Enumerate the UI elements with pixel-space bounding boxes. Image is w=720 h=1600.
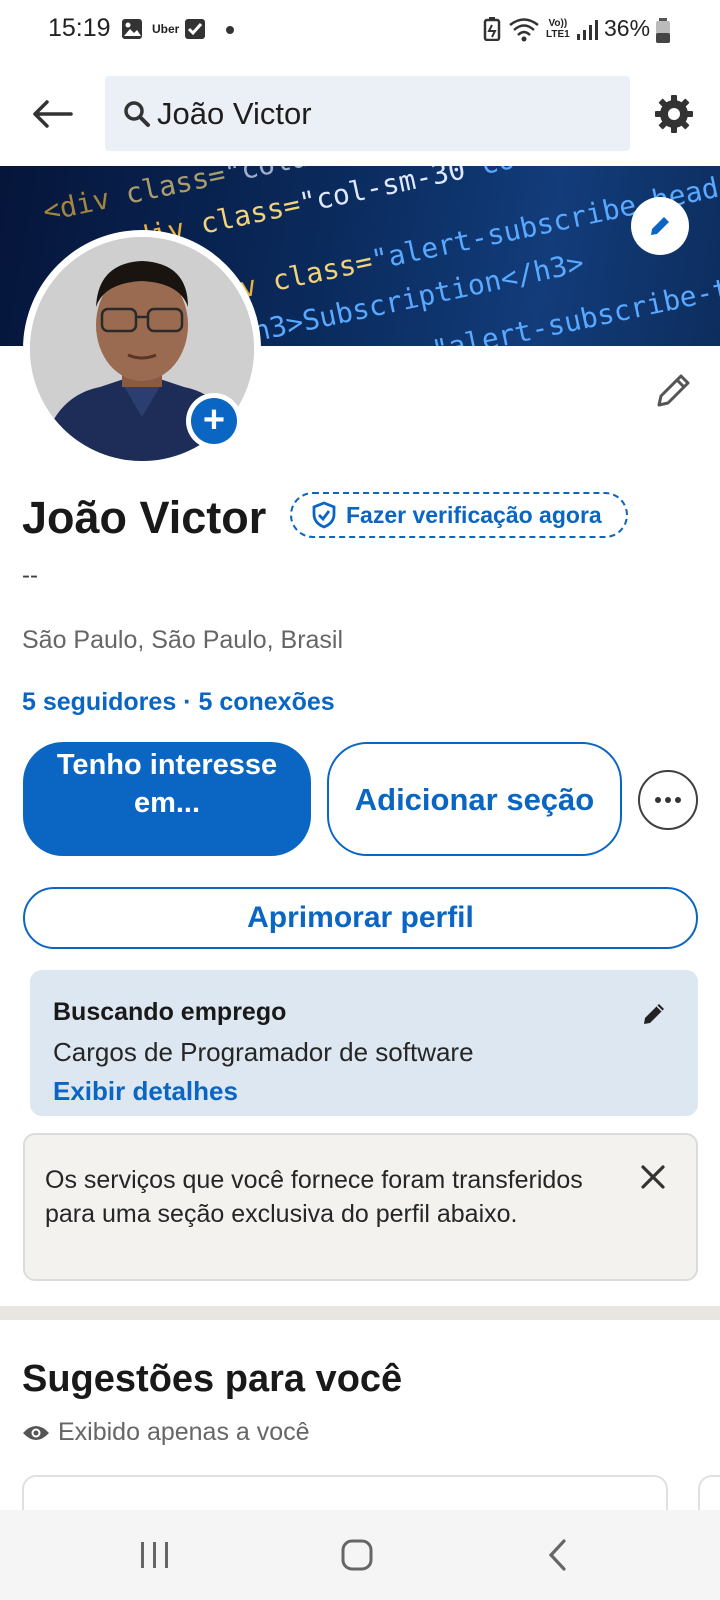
status-time: 15:19 — [48, 14, 111, 42]
more-icon — [665, 797, 671, 803]
open-to-label: Tenho interesse em... — [56, 749, 278, 819]
status-bar: 15:19 Uber Vo)) LTE1 36% — [0, 0, 720, 60]
shield-check-icon — [312, 501, 336, 529]
gallery-notification-icon — [122, 19, 142, 39]
search-icon — [124, 101, 150, 127]
signal-icon — [577, 20, 598, 40]
wifi-icon — [509, 18, 539, 42]
recents-button[interactable] — [125, 1530, 185, 1580]
more-icon — [675, 797, 681, 803]
back-arrow-icon — [33, 100, 73, 128]
more-notifications-dot — [226, 26, 234, 34]
battery-saver-icon — [483, 17, 501, 41]
recents-icon — [141, 1542, 168, 1568]
volte-icon: Vo)) LTE1 — [546, 18, 570, 40]
plus-icon: + — [191, 398, 237, 444]
check-notification-icon — [185, 19, 205, 39]
home-icon — [341, 1539, 373, 1571]
suggestions-title: Sugestões para você — [22, 1358, 403, 1400]
add-photo-button[interactable]: + — [186, 393, 242, 449]
open-to-button[interactable]: Tenho interesse em... — [23, 742, 311, 856]
open-to-work-description: Cargos de Programador de software — [53, 1037, 474, 1067]
eye-icon — [23, 1425, 49, 1440]
network-stats: 5 seguidores · 5 conexões — [22, 688, 335, 717]
home-button[interactable] — [327, 1530, 387, 1580]
search-value: João Victor — [157, 96, 312, 131]
search-input[interactable]: João Victor — [105, 76, 630, 151]
show-details-link[interactable]: Exibir detalhes — [53, 1076, 238, 1107]
pencil-icon — [644, 1004, 664, 1024]
profile-name: João Victor — [22, 492, 267, 543]
connections-link[interactable]: 5 conexões — [198, 688, 334, 716]
pencil-icon — [651, 215, 671, 235]
open-to-work-title: Buscando emprego — [53, 998, 287, 1026]
edit-profile-button[interactable] — [652, 368, 696, 412]
verify-now-label: Fazer verificação agora — [346, 501, 602, 528]
suggestions-subtitle-text: Exibido apenas a você — [58, 1418, 310, 1446]
services-notice-text: Os serviços que você fornece foram trans… — [45, 1166, 583, 1228]
edit-open-to-work-button[interactable] — [636, 994, 674, 1032]
close-icon — [641, 1165, 665, 1189]
services-notice: Os serviços que você fornece foram trans… — [23, 1133, 698, 1281]
open-to-work-card[interactable]: Buscando emprego Cargos de Programador d… — [30, 970, 698, 1116]
nav-back-icon — [548, 1539, 566, 1571]
verify-now-button[interactable]: Fazer verificação agora — [290, 492, 628, 538]
battery-icon — [656, 18, 670, 43]
more-actions-button[interactable] — [638, 770, 698, 830]
profile-headline: -- — [22, 562, 38, 589]
enhance-profile-label: Aprimorar perfil — [247, 901, 474, 934]
suggestions-subtitle: Exibido apenas a você — [22, 1418, 310, 1447]
gear-icon — [655, 95, 693, 133]
system-nav-bar — [0, 1510, 720, 1600]
close-notice-button[interactable] — [633, 1157, 673, 1197]
more-icon — [655, 797, 661, 803]
pencil-icon — [657, 374, 690, 407]
profile-page: 15:19 Uber Vo)) LTE1 36% João Victor <di… — [0, 0, 720, 1600]
add-section-button[interactable]: Adicionar seção — [327, 742, 622, 856]
battery-percentage: 36% — [604, 15, 651, 41]
settings-button[interactable] — [650, 90, 698, 138]
edit-banner-button[interactable] — [631, 197, 689, 255]
add-section-label: Adicionar seção — [354, 781, 595, 817]
enhance-profile-button[interactable]: Aprimorar perfil — [23, 887, 698, 949]
back-button[interactable] — [28, 90, 76, 138]
nav-back-button[interactable] — [528, 1530, 588, 1580]
stats-separator: · — [183, 688, 192, 716]
uber-notification-icon: Uber — [152, 22, 180, 36]
profile-location: São Paulo, São Paulo, Brasil — [22, 626, 344, 654]
section-divider — [0, 1306, 720, 1320]
followers-link[interactable]: 5 seguidores — [22, 688, 176, 716]
